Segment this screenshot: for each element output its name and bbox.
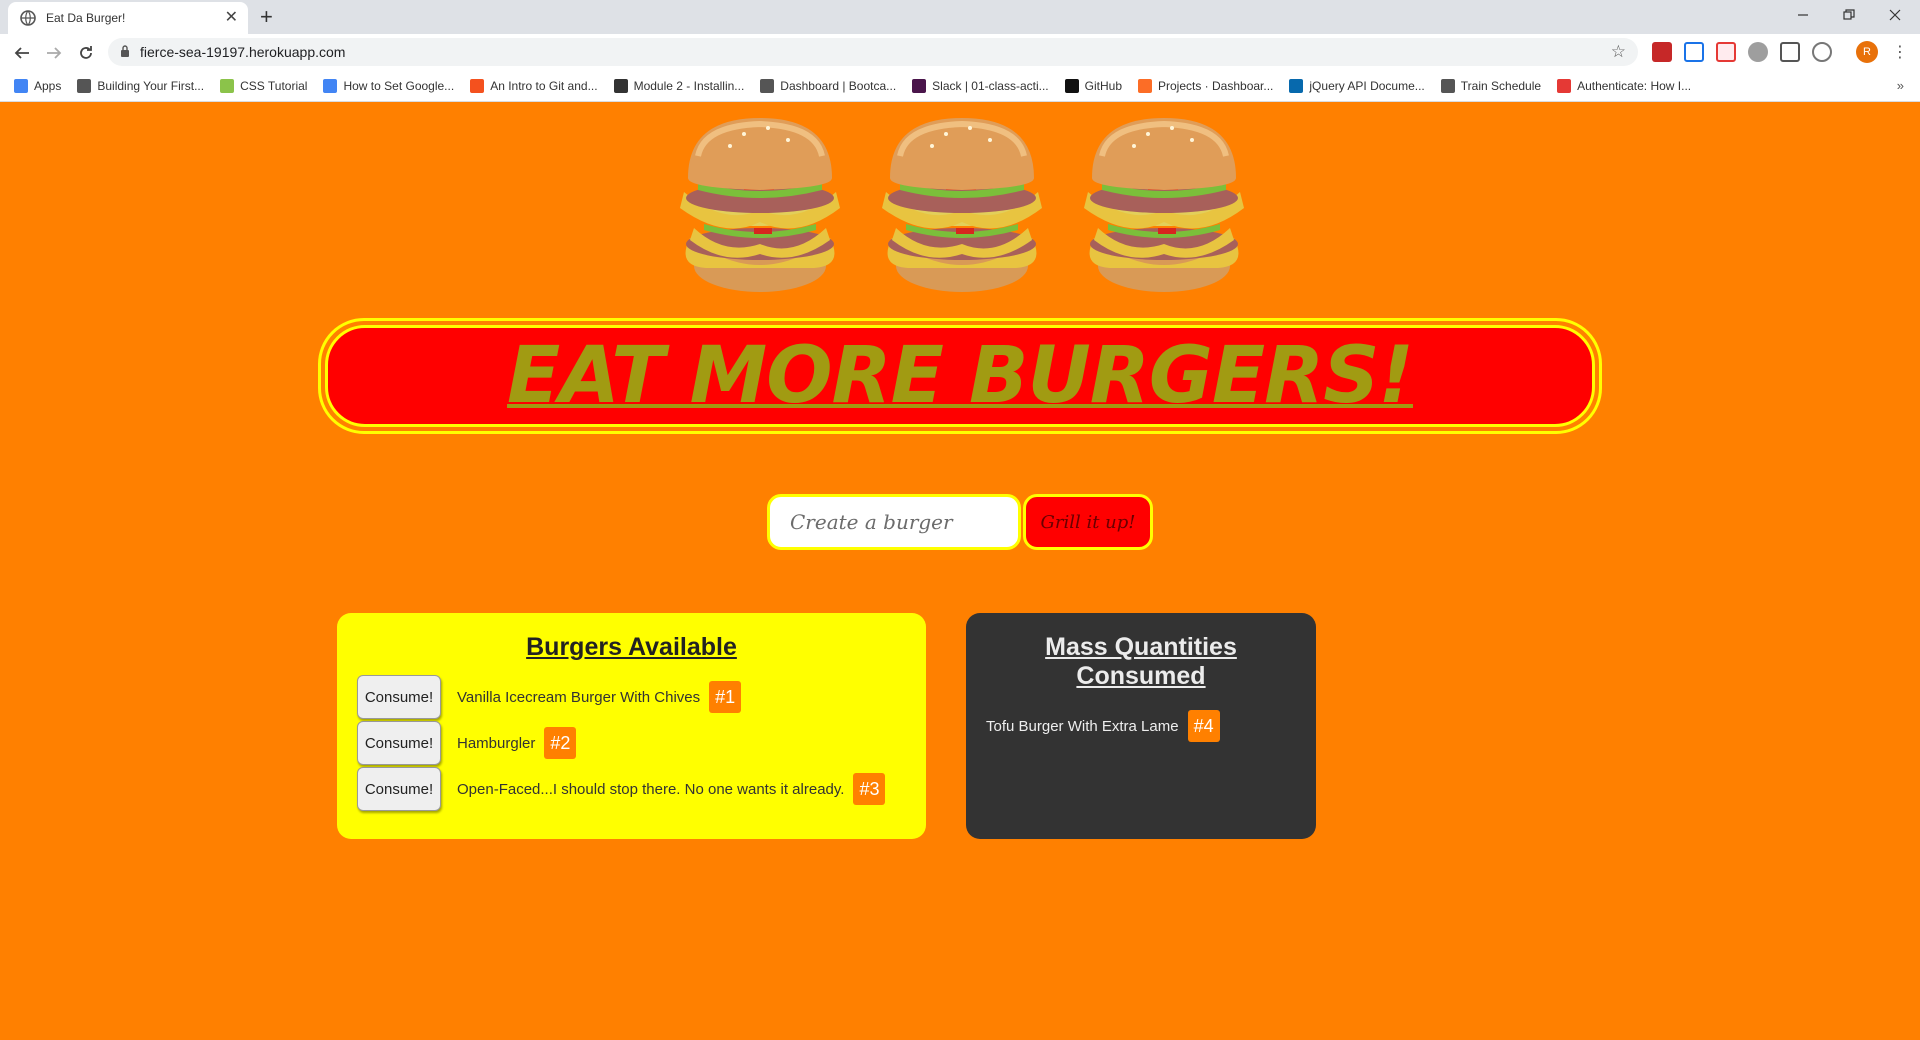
burger-id-badge: #1 xyxy=(709,681,742,713)
consumed-panel-title: Mass Quantities Consumed xyxy=(1045,633,1237,690)
extension-icon[interactable] xyxy=(1652,42,1672,62)
grill-it-up-button[interactable]: Grill it up! xyxy=(1023,494,1153,550)
bookmark-item[interactable]: Train Schedule xyxy=(1440,78,1542,93)
globe-icon xyxy=(20,10,36,26)
back-arrow-icon[interactable] xyxy=(10,41,34,65)
url-text: fierce-sea-19197.herokuapp.com xyxy=(140,44,346,60)
browser-toolbar: fierce-sea-19197.herokuapp.com ☆ R ⋮ xyxy=(0,34,1920,70)
bookmarks-bar: Apps Building Your First... CSS Tutorial… xyxy=(0,70,1920,102)
bookmark-item[interactable]: Projects · Dashboar... xyxy=(1138,78,1274,93)
bookmark-item[interactable]: Dashboard | Bootca... xyxy=(760,78,897,93)
reload-icon[interactable] xyxy=(74,41,98,65)
bookmark-item[interactable]: Authenticate: How I... xyxy=(1557,78,1692,93)
consume-button[interactable]: Consume! xyxy=(357,721,441,765)
new-tab-button[interactable]: + xyxy=(260,4,273,30)
create-burger-form: Grill it up! xyxy=(767,494,1153,550)
tab-strip: Eat Da Burger! ✕ + xyxy=(0,0,1920,34)
github-icon xyxy=(1064,78,1079,93)
apps-grid-icon xyxy=(14,78,28,93)
code-icon xyxy=(77,78,92,93)
minimize-window-icon[interactable] xyxy=(1780,0,1826,30)
globe-icon xyxy=(760,78,775,93)
burger-name-input[interactable] xyxy=(767,494,1021,550)
extension-icon[interactable] xyxy=(1684,42,1704,62)
forward-arrow-icon[interactable] xyxy=(42,41,66,65)
bookmark-label: Train Schedule xyxy=(1460,78,1542,93)
restore-window-icon[interactable] xyxy=(1826,0,1872,30)
bookmark-label: Apps xyxy=(34,78,62,93)
bookmark-label: Dashboard | Bootca... xyxy=(780,78,897,93)
bookmark-label: Slack | 01-class-acti... xyxy=(932,78,1049,93)
globe-icon xyxy=(1440,78,1455,93)
burger-name: Hamburgler xyxy=(457,734,536,752)
bookmark-label: Building Your First... xyxy=(97,78,205,93)
bookmark-item[interactable]: Slack | 01-class-acti... xyxy=(912,78,1049,93)
more-bookmarks-chevron-icon[interactable]: » xyxy=(1897,78,1904,93)
jquery-icon xyxy=(1289,78,1304,93)
burger-name: Vanilla Icecream Burger With Chives xyxy=(457,688,701,706)
consume-button[interactable]: Consume! xyxy=(357,767,441,811)
burger-name: Open-Faced...I should stop there. No one… xyxy=(457,780,845,798)
bookmark-label: Authenticate: How I... xyxy=(1577,78,1692,93)
auth0-icon xyxy=(1557,78,1572,93)
bookmark-label: An Intro to Git and... xyxy=(490,78,598,93)
lock-icon xyxy=(120,44,130,60)
bookmark-label: CSS Tutorial xyxy=(240,78,308,93)
bookmark-item[interactable]: CSS Tutorial xyxy=(220,78,308,93)
list-item: Consume! Vanilla Icecream Burger With Ch… xyxy=(357,674,906,720)
bookmark-star-icon[interactable]: ☆ xyxy=(1611,42,1626,62)
burger-name: Tofu Burger With Extra Lame xyxy=(986,717,1179,735)
tab-title: Eat Da Burger! xyxy=(46,11,126,25)
burger-id-badge: #2 xyxy=(544,727,577,759)
consume-button[interactable]: Consume! xyxy=(357,675,441,719)
list-item: Tofu Burger With Extra Lame #4 xyxy=(986,703,1296,749)
hubspot-icon xyxy=(470,78,485,93)
available-panel-title: Burgers Available xyxy=(526,633,737,661)
address-bar[interactable]: fierce-sea-19197.herokuapp.com ☆ xyxy=(108,38,1638,66)
kebab-menu-icon[interactable]: ⋮ xyxy=(1892,42,1908,62)
close-window-icon[interactable] xyxy=(1872,0,1918,30)
profile-avatar[interactable]: R xyxy=(1856,41,1878,63)
burgers-available-panel: Burgers Available Consume! Vanilla Icecr… xyxy=(337,613,926,839)
list-item: Consume! Open-Faced...I should stop ther… xyxy=(357,766,906,812)
bookmark-item[interactable]: How to Set Google... xyxy=(323,78,455,93)
bookmark-label: GitHub xyxy=(1084,78,1122,93)
bookmark-label: Module 2 - Installin... xyxy=(633,78,745,93)
list-item: Consume! Hamburgler #2 xyxy=(357,720,906,766)
browser-tab[interactable]: Eat Da Burger! ✕ xyxy=(8,2,248,34)
burger-id-badge: #4 xyxy=(1187,710,1220,742)
bookmark-label: jQuery API Docume... xyxy=(1309,78,1425,93)
extension-icon[interactable] xyxy=(1780,42,1800,62)
google-docs-icon xyxy=(323,78,338,93)
bookmark-label: How to Set Google... xyxy=(343,78,455,93)
extension-icon[interactable] xyxy=(1716,42,1736,62)
bookmark-item[interactable]: Building Your First... xyxy=(77,78,205,93)
burger-id-badge: #3 xyxy=(853,773,886,805)
bookmark-item[interactable]: GitHub xyxy=(1064,78,1122,93)
extension-icon[interactable] xyxy=(1748,42,1768,62)
slack-icon xyxy=(912,78,927,93)
w3schools-icon xyxy=(220,78,235,93)
bookmark-item[interactable]: Module 2 - Installin... xyxy=(613,78,745,93)
bookmark-item[interactable]: Apps xyxy=(14,78,62,93)
extension-icon[interactable] xyxy=(1812,42,1832,62)
banner: EAT MORE BURGERS! xyxy=(318,318,1602,434)
bookmark-item[interactable]: jQuery API Docume... xyxy=(1289,78,1425,93)
bookmark-label: Projects · Dashboar... xyxy=(1158,78,1274,93)
book-icon xyxy=(613,78,628,93)
bookmark-item[interactable]: An Intro to Git and... xyxy=(470,78,598,93)
close-tab-icon[interactable]: ✕ xyxy=(225,10,238,26)
banner-inner: EAT MORE BURGERS! xyxy=(325,325,1595,427)
page-title: EAT MORE BURGERS! xyxy=(507,331,1414,421)
consumed-panel: Mass Quantities Consumed Tofu Burger Wit… xyxy=(966,613,1316,839)
burger-illustrations xyxy=(664,116,1260,298)
gitlab-icon xyxy=(1138,78,1152,93)
